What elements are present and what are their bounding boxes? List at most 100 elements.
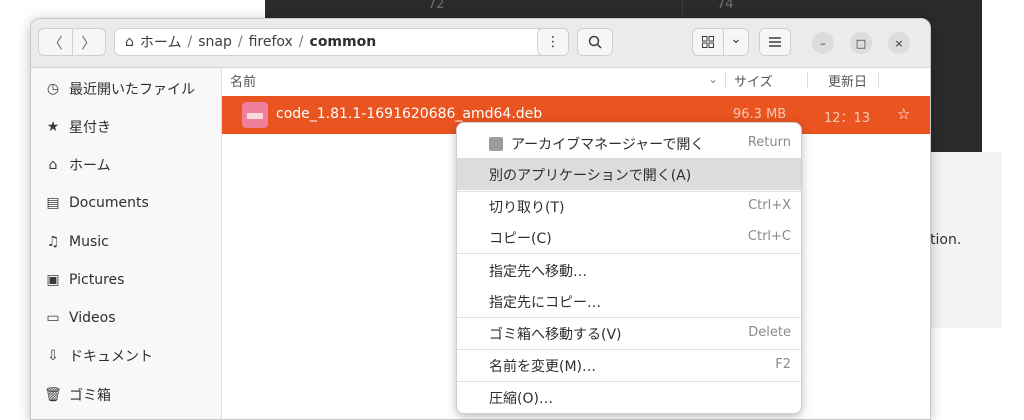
picture-icon: ▣ — [46, 272, 60, 288]
menu-item-label: コピー(C) — [489, 231, 552, 247]
menu-item-label: 圧縮(O)… — [489, 391, 553, 407]
menu-item-copy[interactable]: コピー(C) Ctrl+C — [457, 221, 801, 253]
trash-icon: 🗑 — [44, 387, 62, 403]
maximize-icon: □ — [855, 36, 867, 50]
hamburger-icon — [769, 37, 781, 47]
star-icon[interactable]: ☆ — [897, 105, 910, 123]
column-header-modified[interactable]: 更新日 — [828, 71, 867, 90]
close-button[interactable]: × — [888, 32, 910, 54]
path-segment-firefox[interactable]: firefox — [249, 34, 293, 50]
path-bar[interactable]: ⌂ ホーム / snap / firefox / common — [114, 28, 560, 56]
chevron-down-icon: ⌄ — [730, 31, 742, 47]
close-icon: × — [894, 36, 904, 50]
path-segment-common[interactable]: common — [310, 34, 377, 50]
home-icon: ⌂ — [125, 34, 134, 50]
sidebar: ◷ 最近開いたファイル ★ 星付き ⌂ ホーム ▤ Documents ♫ Music ▣… — [31, 68, 222, 419]
menu-item-open-with-other-app[interactable]: 別のアプリケーションで開く(A) — [457, 158, 801, 190]
sidebar-item-starred[interactable]: ★ 星付き — [45, 116, 111, 138]
sidebar-item-pictures[interactable]: ▣ Pictures — [45, 269, 124, 291]
menu-item-shortcut: Delete — [748, 325, 791, 340]
menu-item-label: ゴミ箱へ移動する(V) — [489, 327, 622, 343]
sidebar-item-music[interactable]: ♫ Music — [45, 231, 109, 253]
menu-item-move-to-trash[interactable]: ゴミ箱へ移動する(V) Delete — [457, 317, 801, 349]
path-separator: / — [298, 34, 304, 50]
sidebar-item-label: ホーム — [69, 158, 111, 174]
file-size: 96.3 MB — [733, 107, 787, 122]
sidebar-item-videos[interactable]: ▭ Videos — [45, 307, 116, 329]
menu-item-label: 別のアプリケーションで開く(A) — [489, 168, 692, 184]
sidebar-item-recent[interactable]: ◷ 最近開いたファイル — [45, 78, 195, 100]
home-icon: ⌂ — [48, 157, 58, 173]
column-header-name[interactable]: 名前 — [230, 71, 256, 90]
sidebar-item-trash[interactable]: 🗑 ゴミ箱 — [44, 384, 111, 406]
menu-item-open-archive-manager[interactable]: アーカイブマネージャーで開く Return — [457, 127, 801, 159]
menu-item-cut[interactable]: 切り取り(T) Ctrl+X — [457, 190, 801, 222]
deb-package-icon — [242, 102, 268, 128]
menu-item-shortcut: Ctrl+X — [748, 198, 791, 213]
path-segment-home[interactable]: ホーム — [140, 32, 182, 52]
path-menu-button[interactable]: ⋮ — [537, 28, 569, 56]
download-icon: ⇩ — [47, 348, 59, 364]
archive-icon — [489, 137, 503, 151]
background-number: 72 — [428, 0, 445, 12]
sidebar-item-label: ゴミ箱 — [69, 388, 111, 404]
menu-item-shortcut: Return — [747, 135, 791, 150]
column-header-size[interactable]: サイズ — [734, 71, 773, 90]
sidebar-item-label: Videos — [69, 310, 116, 326]
sidebar-item-label: Documents — [69, 195, 149, 211]
menu-item-copy-to[interactable]: 指定先にコピー… — [457, 285, 801, 317]
column-separator — [807, 72, 808, 88]
sidebar-item-downloads[interactable]: ⇩ ドキュメント — [45, 345, 153, 367]
navigation-buttons: 〈 〉 — [38, 28, 106, 56]
path-separator: / — [237, 34, 243, 50]
search-icon — [588, 35, 602, 49]
search-button[interactable] — [577, 28, 613, 56]
menu-item-compress[interactable]: 圧縮(O)… — [457, 381, 801, 413]
path-segment-snap[interactable]: snap — [198, 34, 232, 50]
sidebar-item-label: Pictures — [69, 272, 125, 288]
menu-item-shortcut: Ctrl+C — [747, 229, 791, 244]
music-icon: ♫ — [46, 234, 60, 250]
menu-item-shortcut: F2 — [775, 357, 791, 372]
file-name: code_1.81.1-1691620686_amd64.deb — [276, 106, 543, 122]
sort-chevron-icon[interactable]: ⌄ — [708, 72, 718, 86]
grid-icon — [702, 36, 714, 48]
list-header: 名前 ⌄ サイズ 更新日 — [222, 68, 930, 92]
sidebar-item-label: Music — [69, 234, 109, 250]
document-icon: ▤ — [46, 195, 60, 211]
sidebar-item-documents[interactable]: ▤ Documents — [45, 192, 149, 214]
chevron-left-icon: 〈 — [47, 33, 63, 52]
sidebar-item-label: 星付き — [69, 120, 111, 136]
view-options-dropdown[interactable]: ⌄ — [723, 28, 749, 56]
minimize-icon: – — [820, 36, 826, 50]
maximize-button[interactable]: □ — [850, 32, 872, 54]
file-modified: 12：13 — [824, 111, 871, 126]
background-text: tion. — [930, 232, 962, 248]
chevron-right-icon: 〉 — [81, 33, 97, 52]
menu-item-move-to[interactable]: 指定先へ移動… — [457, 254, 801, 286]
menu-item-label: アーカイブマネージャーで開く — [511, 137, 705, 153]
back-button[interactable]: 〈 — [39, 29, 72, 55]
context-menu: アーカイブマネージャーで開く Return 別のアプリケーションで開く(A) 切… — [456, 122, 802, 414]
sidebar-item-label: ドキュメント — [69, 349, 153, 365]
minimize-button[interactable]: – — [812, 32, 834, 54]
sidebar-item-home[interactable]: ⌂ ホーム — [45, 154, 111, 176]
background-number: 74 — [717, 0, 734, 12]
menu-item-label: 切り取り(T) — [489, 200, 565, 216]
menu-item-label: 指定先にコピー… — [489, 295, 601, 311]
forward-button[interactable]: 〉 — [71, 29, 106, 55]
sidebar-item-label: 最近開いたファイル — [69, 82, 195, 98]
video-icon: ▭ — [46, 310, 60, 326]
column-separator — [878, 72, 879, 88]
recent-icon: ◷ — [46, 81, 60, 97]
main-menu-button[interactable] — [759, 28, 791, 56]
star-icon: ★ — [46, 119, 60, 135]
kebab-menu-icon: ⋮ — [546, 34, 560, 50]
view-mode-button[interactable] — [692, 28, 724, 56]
path-separator: / — [187, 34, 193, 50]
header-bar: 〈 〉 ⌂ ホーム / snap / firefox / common ⋮ ⌄ … — [31, 19, 930, 68]
menu-item-label: 名前を変更(M)… — [489, 359, 597, 375]
menu-item-label: 指定先へ移動… — [489, 264, 587, 280]
menu-item-rename[interactable]: 名前を変更(M)… F2 — [457, 349, 801, 381]
column-separator — [725, 72, 726, 88]
